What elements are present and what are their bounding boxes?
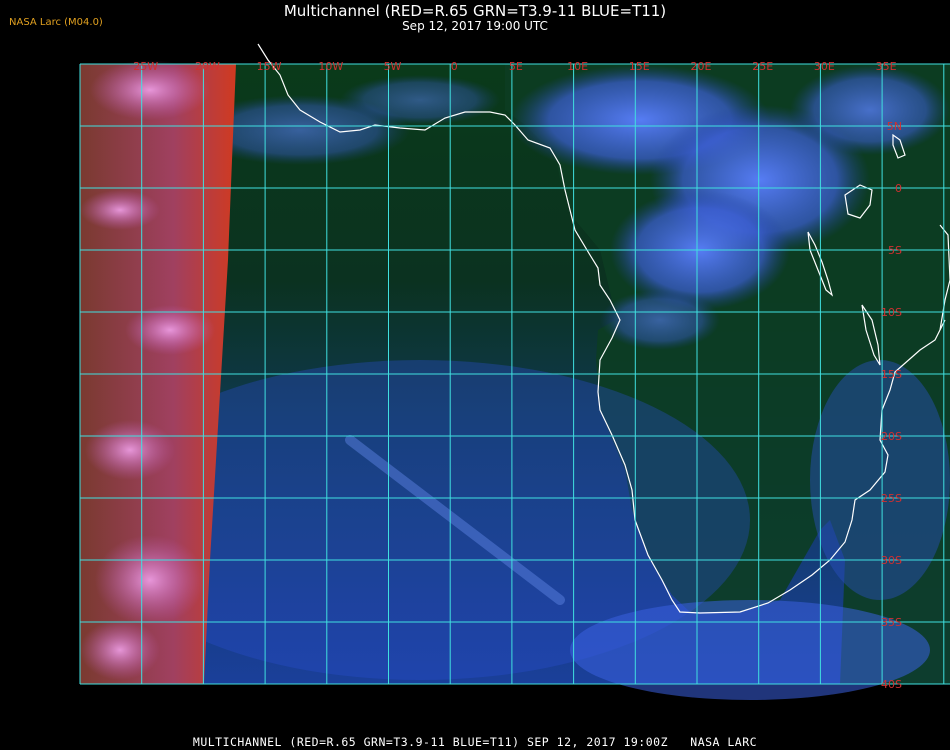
pink-cloud-4 [85,420,175,480]
longitude-label: 10W [318,60,343,73]
pink-cloud-6 [80,620,160,680]
latitude-label: 5N [887,120,902,133]
latitude-label: 25S [881,492,902,505]
latitude-label: 15S [881,368,902,381]
cloud-mozambique-channel [810,360,950,600]
longitude-label: 25W [133,60,158,73]
latitude-label: 35S [881,616,902,629]
longitude-label: 25E [752,60,773,73]
pink-cloud-2 [80,190,160,230]
latitude-label: 20S [881,430,902,443]
cloud-cluster-ne [790,65,950,155]
latitude-label: 5S [888,244,902,257]
longitude-label: 5E [509,60,523,73]
longitude-label: 35E [876,60,897,73]
longitude-label: 15E [629,60,650,73]
latitude-label: 0 [895,182,902,195]
cloud-band-n [340,75,500,125]
latitude-label: 30S [881,554,902,567]
pink-cloud-5 [95,535,205,625]
footer-caption: MULTICHANNEL (RED=R.65 GRN=T3.9-11 BLUE=… [192,735,758,749]
longitude-label: 0 [451,60,458,73]
longitude-label: 20E [691,60,712,73]
longitude-label: 15W [257,60,282,73]
longitude-label: 30E [814,60,835,73]
satellite-map: 25W 20W 15W 10W 5W 0 5E 10E 15E 20E 25E 30E 35E 5N 0 5S… [79,43,950,726]
latitude-label: 10S [881,306,902,319]
latitude-label: 40S [881,678,902,691]
cloud-cluster-angola [600,290,720,350]
longitude-label: 5W [384,60,402,73]
longitude-label: 10E [567,60,588,73]
cloud-south-cape [570,600,930,700]
longitude-label: 20W [195,60,220,73]
